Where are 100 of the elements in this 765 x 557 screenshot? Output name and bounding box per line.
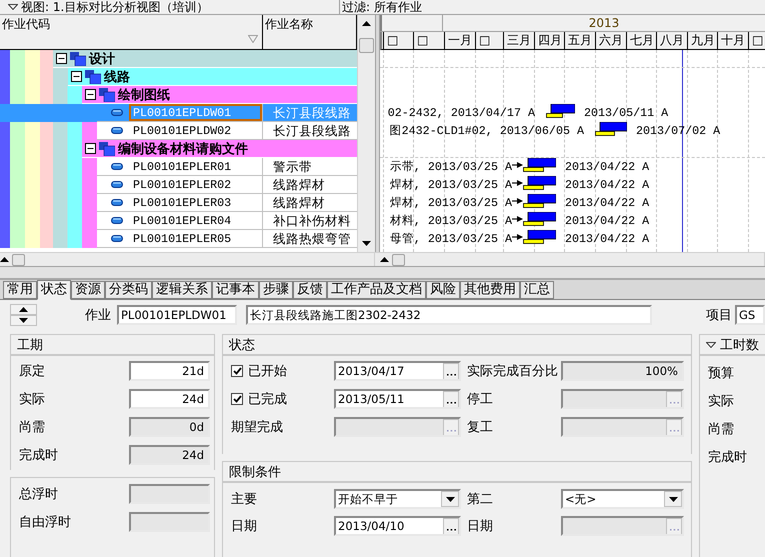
collapse-icon[interactable] (85, 89, 96, 100)
wbs-title: 编制设备材料请购文件 (118, 140, 248, 158)
scroll-thumb[interactable] (359, 38, 374, 53)
month-header: 七月 (627, 32, 657, 49)
collapse-icon[interactable] (56, 53, 67, 64)
date-field[interactable]: 2013/05/11 (334, 389, 461, 409)
activity-icon (111, 163, 123, 170)
activity-bar[interactable] (512, 230, 556, 244)
tab[interactable]: 其他费用 (460, 281, 520, 299)
tab[interactable]: 资源 (71, 281, 105, 299)
field-label: 停工 (467, 391, 494, 408)
bar-start-label: 焊材, 2013/03/25 A (390, 177, 512, 193)
field-label: 预算 (708, 365, 735, 383)
activity-icon (111, 235, 123, 242)
activity-code-field[interactable]: PL00101EPLDW01 (117, 305, 237, 325)
checkbox[interactable] (231, 365, 243, 377)
bar-start-label: 02-2432, 2013/04/17 A (388, 105, 535, 121)
activity-code: PL00101EPLER04 (132, 213, 232, 229)
month-header: 六月 (596, 32, 627, 49)
month-header: 三月 (504, 32, 535, 49)
activity-name: 线路热煨弯管 (263, 230, 357, 248)
activity-row[interactable]: PL00101EPLER02 线路焊材 (0, 176, 357, 194)
field-label: 完成时 (708, 449, 748, 467)
collapse-icon[interactable] (85, 143, 96, 154)
activity-icon (111, 199, 123, 206)
dropdown-button[interactable] (441, 491, 459, 507)
tab[interactable]: 汇总 (520, 281, 554, 299)
field-label: 复工 (467, 419, 494, 436)
field-label: 主要 (231, 491, 258, 508)
duration-field[interactable]: 21d (129, 361, 210, 381)
bar-start-label: 母管, 2013/03/25 A (390, 231, 512, 247)
dropdown-field[interactable]: <无> (561, 489, 684, 509)
month-header: 八月 (657, 32, 688, 49)
checkbox[interactable] (231, 393, 243, 405)
scroll-thumb[interactable] (392, 254, 405, 266)
date-field[interactable]: 2013/04/17 (334, 361, 461, 381)
field-label: 项目 (706, 307, 732, 324)
row-indent-bands (0, 50, 53, 68)
view-title[interactable]: 视图: 1.目标对比分析视图（培训） (21, 0, 208, 16)
field-label: 自由浮时 (19, 514, 72, 531)
dropdown-button[interactable] (664, 491, 682, 507)
activity-icon (111, 181, 123, 188)
activity-name-field[interactable]: 长汀县段线路施工图2302-2432 (246, 305, 652, 325)
wbs-title: 设计 (89, 50, 115, 68)
project-field[interactable]: GS (735, 305, 765, 325)
activity-row[interactable]: PL00101EPLER05 线路热煨弯管 (0, 230, 357, 248)
activity-name: 长汀县段线路 (263, 104, 357, 122)
tab[interactable]: 逻辑关系 (152, 281, 212, 299)
next-button[interactable] (10, 315, 37, 326)
scroll-thumb[interactable] (12, 254, 25, 266)
tab[interactable]: 工作产品及文档 (327, 281, 426, 299)
date-picker-button[interactable] (443, 363, 459, 379)
tab[interactable]: 反馈 (293, 281, 327, 299)
activity-name: 补口补伤材料 (263, 212, 357, 230)
activity-bar[interactable] (512, 212, 556, 226)
activity-bar[interactable] (512, 194, 556, 208)
activity-code: PL00101EPLER05 (132, 231, 232, 247)
month-header: □ (414, 32, 445, 49)
dropdown-arrow-icon (446, 496, 454, 502)
activity-row[interactable]: PL00101EPLER01 警示带 (0, 158, 357, 176)
column-header[interactable]: 作业代码 (0, 15, 263, 49)
bar-start-label: 示带, 2013/03/25 A (390, 159, 512, 175)
field-label: 期望完成 (231, 419, 284, 436)
previous-button[interactable] (10, 304, 37, 315)
field-label: 实际完成百分比 (467, 363, 559, 380)
collapse-caret-icon (8, 4, 18, 10)
date-picker-button[interactable] (443, 391, 459, 407)
activity-icon (111, 109, 123, 116)
activity-code: PL00101EPLER01 (132, 159, 232, 175)
activity-row[interactable]: PL00101EPLDW02 长汀县段线路 (0, 122, 357, 140)
dropdown-field[interactable]: 开始不早于 (334, 489, 461, 509)
down-arrow-icon (19, 318, 28, 323)
bar-finish-label: 2013/04/22 A (565, 231, 650, 247)
collapse-icon[interactable] (71, 71, 82, 82)
up-arrow-icon (19, 307, 28, 312)
month-header: 十月 (718, 32, 749, 49)
tab[interactable]: 记事本 (212, 281, 259, 299)
wbs-icon (70, 52, 86, 66)
tab[interactable]: 步骤 (259, 281, 293, 299)
activity-row[interactable]: PL00101EPLER03 线路焊材 (0, 194, 357, 212)
tab[interactable]: 状态 (37, 280, 71, 300)
panel-title[interactable]: 工时数 (720, 336, 759, 354)
tab[interactable]: 分类码 (105, 281, 152, 299)
activity-bar[interactable] (512, 176, 556, 190)
tab[interactable]: 风险 (426, 281, 460, 299)
wbs-title: 线路 (104, 68, 130, 86)
activity-name: 线路焊材 (263, 176, 357, 194)
panel-title: 限制条件 (229, 464, 281, 480)
tab[interactable]: 常用 (3, 281, 37, 299)
bar-start-label: 焊材, 2013/03/25 A (390, 195, 512, 211)
date-picker-button[interactable] (443, 518, 459, 534)
vertical-scrollbar[interactable] (357, 15, 375, 252)
bar-finish-label: 2013/04/22 A (565, 159, 650, 175)
date-field[interactable]: 2013/04/10 (334, 516, 461, 536)
activity-icon (111, 127, 123, 134)
month-header: □ (384, 32, 414, 49)
activity-row[interactable]: PL00101EPLER04 补口补伤材料 (0, 212, 357, 230)
scroll-down-icon (362, 241, 371, 246)
duration-field[interactable]: 24d (129, 389, 210, 409)
activity-bar[interactable] (512, 158, 556, 172)
